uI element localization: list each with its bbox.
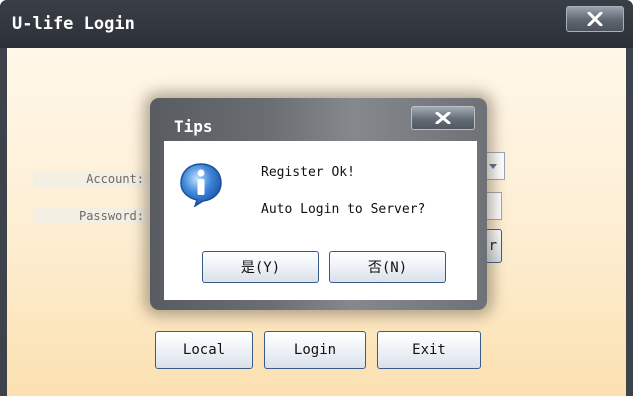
no-button-label: 否(N)	[367, 260, 408, 276]
yes-button-label: 是(Y)	[240, 260, 281, 276]
login-window: U-life Login Account: Password: r Local …	[0, 0, 633, 396]
yes-button[interactable]: 是(Y)	[202, 251, 319, 283]
account-label: Account:	[33, 171, 148, 187]
tips-dialog-title: Tips	[174, 117, 213, 136]
local-button-label: Local	[182, 342, 226, 358]
dialog-message-line1: Register Ok!	[261, 165, 355, 180]
window-close-button[interactable]	[566, 6, 624, 32]
exit-button-label: Exit	[412, 342, 446, 358]
tips-close-button[interactable]	[411, 106, 475, 130]
register-button-label: r	[488, 238, 497, 254]
login-button[interactable]: Login	[264, 331, 366, 369]
local-button[interactable]: Local	[155, 331, 253, 369]
window-title: U-life Login	[12, 14, 135, 34]
password-label: Password:	[33, 208, 148, 224]
close-icon	[587, 12, 603, 26]
login-button-label: Login	[293, 342, 337, 358]
info-icon	[180, 163, 222, 207]
close-icon	[435, 112, 451, 124]
exit-button[interactable]: Exit	[377, 331, 481, 369]
dialog-message-line2: Auto Login to Server?	[261, 202, 426, 217]
titlebar[interactable]: U-life Login	[0, 0, 633, 48]
no-button[interactable]: 否(N)	[329, 251, 446, 283]
chevron-down-icon	[489, 164, 497, 169]
